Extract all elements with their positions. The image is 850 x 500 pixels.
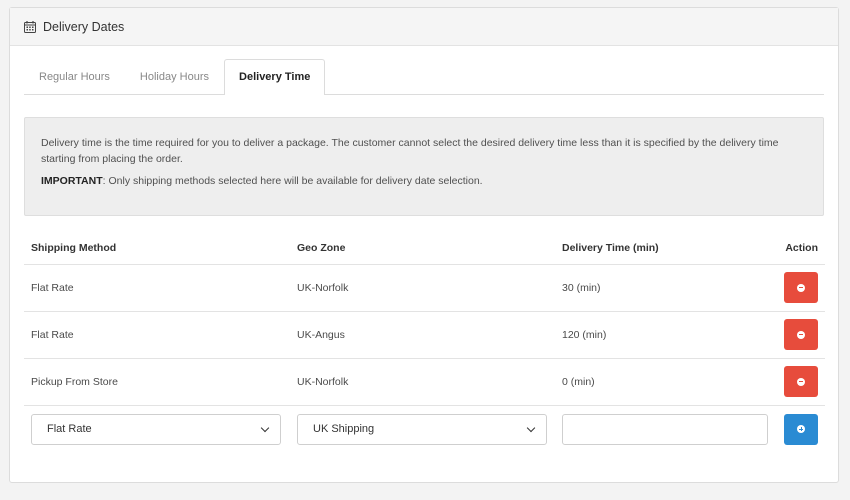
cell-add-action xyxy=(775,405,825,453)
cell-geo-zone: UK-Angus xyxy=(290,311,555,359)
panel-title: Delivery Dates xyxy=(43,19,125,34)
table-row: Flat Rate UK-Norfolk 30 (min) xyxy=(24,264,825,312)
header-geo-zone: Geo Zone xyxy=(290,233,555,265)
plus-circle-icon xyxy=(797,425,805,434)
shipping-method-selected: Flat Rate xyxy=(47,422,92,435)
tab-regular-hours[interactable]: Regular Hours xyxy=(24,59,125,94)
geo-zone-select[interactable]: UK Shipping xyxy=(297,413,547,445)
cell-action xyxy=(775,311,825,359)
shipping-method-select[interactable]: Flat Rate xyxy=(31,413,281,445)
info-box: Delivery time is the time required for y… xyxy=(24,117,824,216)
important-label: IMPORTANT xyxy=(41,175,103,187)
cell-delivery-time: 120 (min) xyxy=(555,311,775,359)
delivery-dates-panel: Delivery Dates Regular Hours Holiday Hou… xyxy=(9,7,839,483)
cell-time-input xyxy=(555,405,775,453)
minus-circle-icon xyxy=(797,330,805,339)
chevron-down-icon xyxy=(526,423,536,432)
minus-circle-icon xyxy=(797,377,805,386)
tab-bar: Regular Hours Holiday Hours Delivery Tim… xyxy=(24,59,824,95)
panel-heading: Delivery Dates xyxy=(10,8,838,46)
remove-button[interactable] xyxy=(784,366,818,397)
cell-shipping-method: Flat Rate xyxy=(24,311,290,359)
table-row: Flat Rate UK-Angus 120 (min) xyxy=(24,311,825,359)
table-row: Pickup From Store UK-Norfolk 0 (min) xyxy=(24,358,825,406)
header-delivery-time: Delivery Time (min) xyxy=(555,233,775,265)
header-shipping-method: Shipping Method xyxy=(24,233,290,265)
info-description: Delivery time is the time required for y… xyxy=(41,137,779,165)
cell-delivery-time: 0 (min) xyxy=(555,358,775,406)
cell-action xyxy=(775,358,825,406)
add-row: Flat Rate UK Shipping xyxy=(24,405,825,453)
cell-geo-zone: UK-Norfolk xyxy=(290,264,555,312)
minus-circle-icon xyxy=(797,283,805,292)
geo-zone-selected: UK Shipping xyxy=(313,422,375,435)
tab-delivery-time[interactable]: Delivery Time xyxy=(224,59,326,95)
cell-method-select: Flat Rate xyxy=(24,405,290,453)
tab-holiday-hours[interactable]: Holiday Hours xyxy=(125,59,224,94)
cell-zone-select: UK Shipping xyxy=(290,405,555,453)
table-header-row: Shipping Method Geo Zone Delivery Time (… xyxy=(24,233,825,265)
info-important: IMPORTANT: Only shipping methods selecte… xyxy=(41,173,810,189)
cell-geo-zone: UK-Norfolk xyxy=(290,358,555,406)
calendar-icon xyxy=(24,20,36,33)
cell-shipping-method: Pickup From Store xyxy=(24,358,290,406)
remove-button[interactable] xyxy=(784,272,818,303)
cell-action xyxy=(775,264,825,312)
header-action: Action xyxy=(775,233,825,265)
delivery-time-input[interactable] xyxy=(562,413,768,445)
cell-delivery-time: 30 (min) xyxy=(555,264,775,312)
remove-button[interactable] xyxy=(784,319,818,350)
delivery-time-table: Shipping Method Geo Zone Delivery Time (… xyxy=(24,233,825,453)
important-text: : Only shipping methods selected here wi… xyxy=(102,175,483,187)
add-button[interactable] xyxy=(784,413,818,445)
cell-shipping-method: Flat Rate xyxy=(24,264,290,312)
chevron-down-icon xyxy=(260,423,270,432)
